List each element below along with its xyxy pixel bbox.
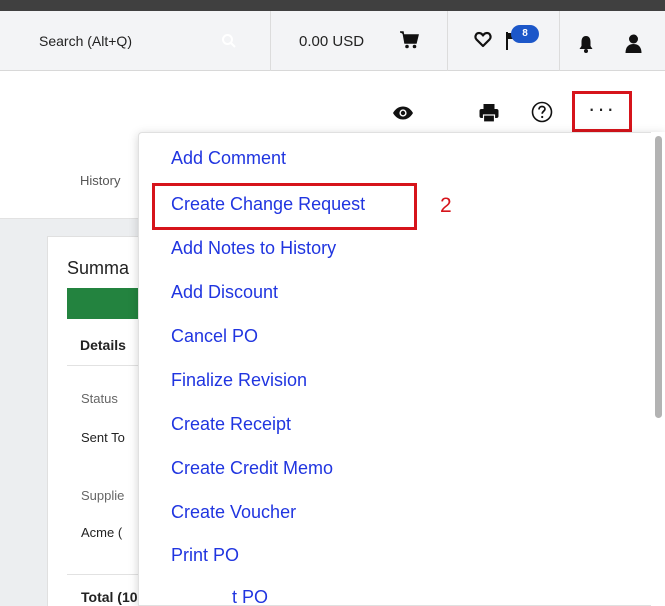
menu-item-create-voucher[interactable]: Create Voucher: [171, 502, 296, 523]
cart-button[interactable]: 0.00 USD: [271, 11, 448, 71]
favorites-area: 8: [448, 11, 560, 71]
menu-item-partial[interactable]: t PO: [232, 587, 268, 606]
bell-icon[interactable]: [578, 35, 594, 53]
status-value: Sent To: [81, 430, 125, 445]
search-placeholder: Search (Alt+Q): [39, 33, 132, 49]
cart-icon: [400, 31, 419, 49]
menu-item-add-discount[interactable]: Add Discount: [171, 282, 278, 303]
highlight-create-change-request: [152, 183, 417, 230]
summary-title: Summa: [67, 258, 130, 278]
menu-item-create-credit-memo[interactable]: Create Credit Memo: [171, 458, 333, 479]
more-dots: ···: [588, 96, 616, 121]
menu-item-add-comment[interactable]: Add Comment: [171, 148, 286, 169]
menu-item-cancel-po[interactable]: Cancel PO: [171, 326, 258, 347]
scrollbar-thumb[interactable]: [655, 136, 662, 418]
search-icon[interactable]: [221, 33, 237, 49]
user-icon[interactable]: [625, 34, 642, 53]
menu-item-finalize-revision[interactable]: Finalize Revision: [171, 370, 307, 391]
search-input[interactable]: Search (Alt+Q): [13, 11, 271, 71]
menu-item-add-notes-to-history[interactable]: Add Notes to History: [171, 238, 336, 259]
details-header: Details: [80, 337, 126, 353]
supplier-value: Acme (: [81, 525, 123, 540]
menu-item-create-receipt[interactable]: Create Receipt: [171, 414, 291, 435]
help-icon[interactable]: [531, 101, 553, 123]
top-strip: [0, 0, 665, 11]
supplier-label: Supplie: [81, 488, 125, 503]
notification-badge: 8: [511, 25, 539, 43]
callout-2: 2: [440, 194, 452, 217]
more-actions-button[interactable]: ···: [572, 91, 632, 132]
top-header: Search (Alt+Q) 0.00 USD 8: [0, 11, 665, 71]
eye-icon[interactable]: [392, 106, 414, 120]
menu-item-print-po[interactable]: Print PO: [171, 545, 239, 566]
cart-total: 0.00 USD: [299, 32, 365, 50]
heart-icon[interactable]: [474, 31, 492, 48]
menu-scrollbar[interactable]: [651, 132, 665, 606]
print-icon[interactable]: [479, 103, 499, 123]
status-label: Status: [81, 391, 118, 406]
tab-history[interactable]: History: [80, 173, 120, 188]
